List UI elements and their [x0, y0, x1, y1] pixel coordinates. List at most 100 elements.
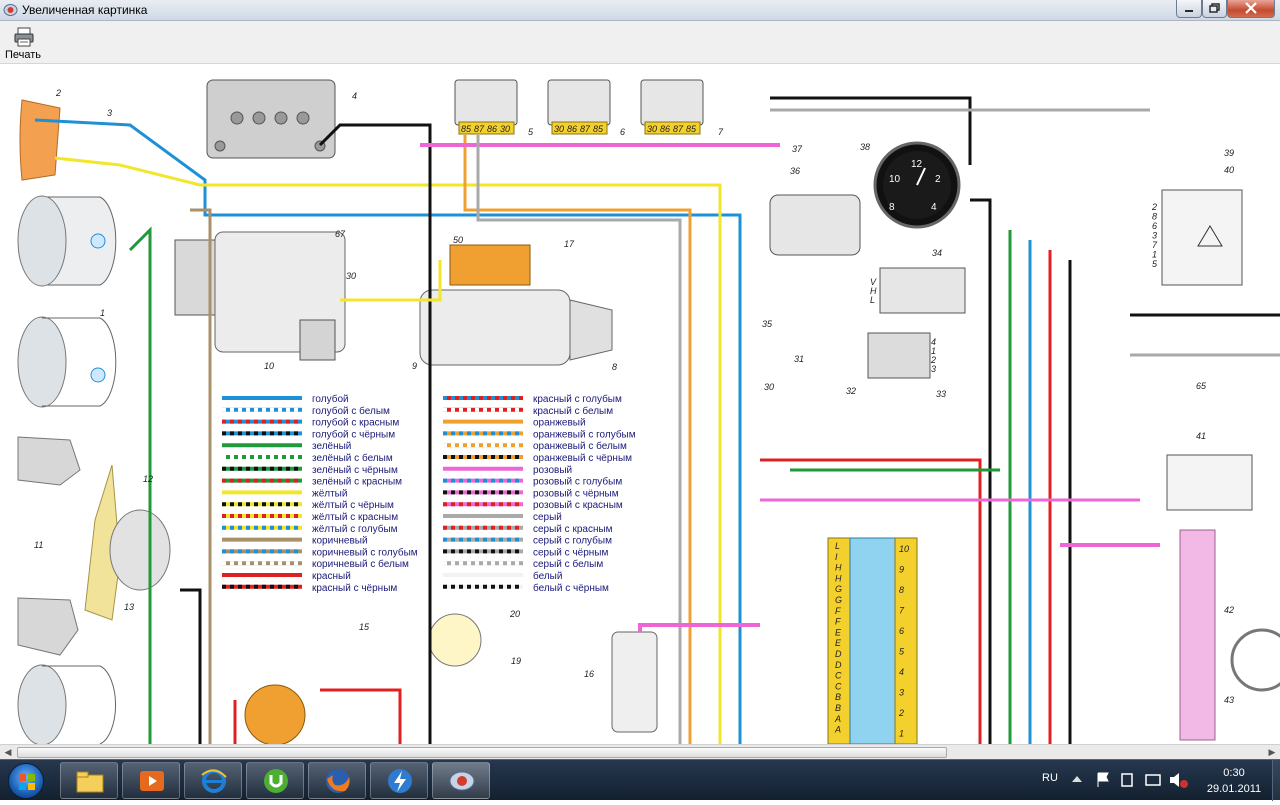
component-number-3: 3 [107, 108, 112, 118]
fuse-letter: G [835, 584, 842, 594]
component-number-4: 4 [352, 91, 357, 101]
relay-7-pin: 30 [647, 124, 657, 134]
component-number-15: 15 [359, 622, 370, 632]
headlamp-upper [17, 195, 117, 287]
side-light [19, 99, 61, 181]
legend-label: жёлтый с чёрным [312, 500, 394, 511]
taskbar-firefox[interactable] [308, 762, 366, 799]
volume-icon [1170, 773, 1179, 787]
ignition-switch [611, 631, 658, 733]
folder-icon [76, 771, 104, 793]
print-button[interactable]: Печать [3, 23, 43, 63]
firefox-icon [326, 769, 350, 793]
legend-label: белый [533, 570, 562, 582]
fuse-letter: B [835, 703, 841, 713]
connector-40-pin: 7 [1152, 240, 1158, 250]
headlamp-lower [17, 316, 117, 408]
internet-explorer-icon [201, 769, 227, 793]
fuse-block [849, 537, 896, 744]
taskbar-media-player[interactable] [122, 762, 180, 799]
gauge-4: 4 [931, 202, 937, 213]
horizontal-scrollbar[interactable]: ◀ ▶ [0, 744, 1280, 759]
fuse-letter: A [834, 725, 841, 735]
component-number-33: 33 [936, 389, 946, 399]
gauge-12: 12 [911, 159, 923, 170]
minimize-button[interactable] [1176, 0, 1202, 18]
combination-switch [1179, 529, 1216, 741]
app-icon [3, 4, 18, 16]
component-number-9: 9 [412, 361, 417, 371]
taskbar-picture-viewer[interactable] [432, 762, 490, 799]
legend-label: серый с белым [533, 558, 603, 570]
fuse-letter: H [835, 563, 842, 573]
fuse-number: 10 [899, 544, 909, 554]
component-number-20: 20 [509, 609, 520, 619]
legend-label: голубой с чёрным [312, 428, 395, 440]
legend-label: красный с голубым [533, 393, 622, 405]
component-number-17: 17 [564, 239, 575, 249]
maximize-button[interactable] [1202, 0, 1227, 18]
relay-6 [547, 79, 611, 126]
taskbar-downloader[interactable] [370, 762, 428, 799]
close-button[interactable] [1227, 0, 1275, 18]
legend-label: зелёный [312, 441, 351, 452]
fuse-letter: D [835, 660, 842, 670]
steering-wheel [1230, 628, 1280, 692]
language-indicator[interactable]: RU [1042, 772, 1058, 784]
legend-label: коричневый с белым [312, 558, 409, 570]
mute-badge-icon [1180, 780, 1188, 788]
fuse-letter: D [835, 649, 842, 659]
generator [174, 231, 346, 361]
legend-label: жёлтый [312, 488, 347, 499]
component-number-16: 16 [584, 669, 594, 679]
relay-6-pin: 87 [580, 124, 591, 134]
toolbar: Печать [0, 21, 1280, 64]
distributor [244, 684, 306, 744]
heater-switch [879, 267, 966, 314]
start-button[interactable] [8, 763, 44, 799]
window-title-bar[interactable]: Увеличенная картинка [0, 0, 1280, 21]
fuse-number: 9 [899, 565, 904, 575]
fuse-letter: G [835, 595, 842, 605]
legend-label: коричневый с голубым [312, 546, 418, 558]
legend-label: голубой [312, 393, 349, 405]
system-tray[interactable] [1070, 770, 1190, 790]
printer-icon [14, 27, 34, 47]
legend-label: голубой с красным [312, 417, 399, 429]
fuse-number: 4 [899, 667, 904, 677]
relay-7-pin: 86 [660, 124, 670, 134]
fuse-number: 3 [899, 688, 904, 698]
taskbar-utorrent[interactable] [246, 762, 304, 799]
taskbar-internet-explorer[interactable] [184, 762, 242, 799]
scroll-right-arrow-icon[interactable]: ▶ [1264, 745, 1280, 760]
connector-33-pin: 3 [931, 364, 936, 374]
scroll-left-arrow-icon[interactable]: ◀ [0, 745, 16, 760]
relay-5-pin: 87 [474, 124, 485, 134]
gauge-10: 10 [889, 174, 901, 185]
component-number-43: 43 [1224, 695, 1234, 705]
clock-gauge: 12 2 4 8 10 [873, 141, 961, 229]
terminal-label-50: 50 [453, 235, 463, 245]
component-number-10: 10 [264, 361, 274, 371]
component-number-35: 35 [762, 319, 773, 329]
clock-date[interactable]: 29.01.2011 [1196, 783, 1272, 795]
taskbar-explorer[interactable] [60, 762, 118, 799]
legend-label: зелёный с чёрным [312, 465, 398, 476]
component-number-7: 7 [718, 127, 724, 137]
fuse-number: 2 [898, 708, 904, 718]
fuse-letter: B [835, 692, 841, 702]
scrollbar-thumb[interactable] [17, 747, 947, 758]
fuse-number: 6 [899, 626, 904, 636]
relay-5-pin: 85 [461, 124, 472, 134]
component-number-40: 40 [1224, 165, 1234, 175]
relay-5-pin: 86 [487, 124, 497, 134]
legend-left: голубойголубой с белымголубой с краснымг… [222, 393, 418, 594]
clock-time[interactable]: 0:30 [1204, 767, 1264, 779]
legend-label: красный с белым [533, 405, 613, 417]
legend-label: красный с чёрным [312, 583, 397, 594]
starter [419, 244, 613, 366]
download-manager-icon [388, 769, 412, 793]
relay-6-pin: 85 [593, 124, 604, 134]
show-desktop-button[interactable] [1272, 760, 1280, 801]
print-label: Печать [4, 49, 42, 61]
